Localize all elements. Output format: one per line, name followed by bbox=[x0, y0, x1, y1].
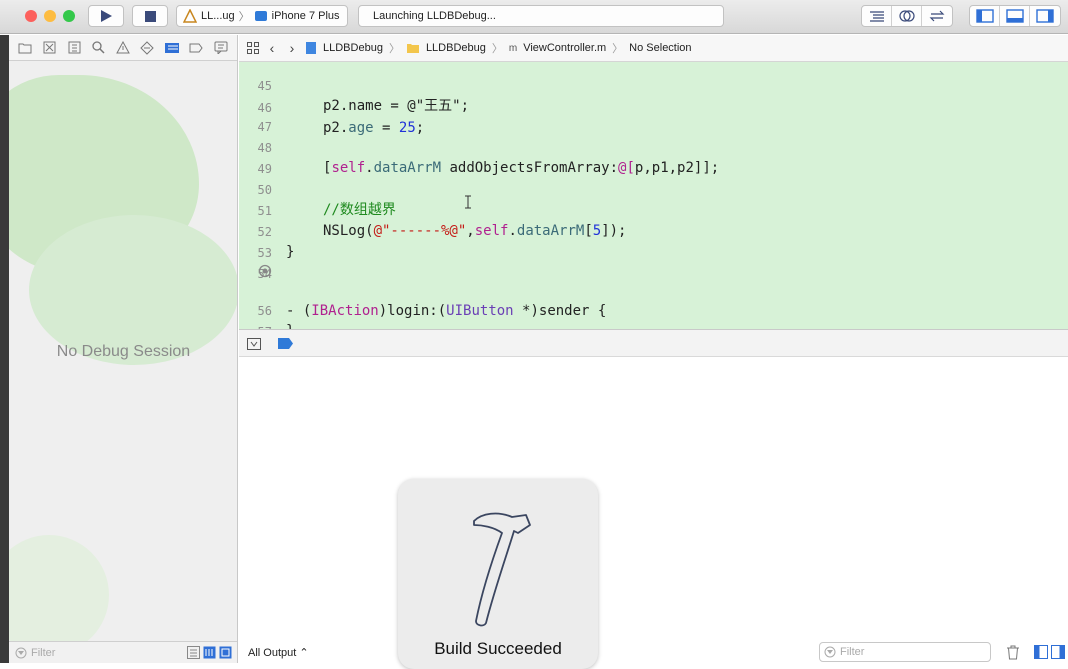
console-view-icon[interactable] bbox=[1051, 645, 1065, 659]
code-line: 47 bbox=[239, 97, 1068, 134]
console-bottom-bar: All Output ⌃ Filter bbox=[239, 641, 1068, 663]
filter-icon bbox=[824, 646, 836, 658]
code-line: 50 //数组越界 bbox=[239, 160, 1068, 218]
queue-view-icon[interactable] bbox=[219, 646, 232, 659]
hierarchy-icon[interactable] bbox=[67, 41, 81, 55]
variables-view-icon[interactable] bbox=[1034, 645, 1048, 659]
forward-arrow-icon[interactable]: › bbox=[285, 40, 299, 56]
minimize-window-button[interactable] bbox=[44, 10, 56, 22]
code-line: 48 [self.dataArrM addObjectsFromArray:@[… bbox=[239, 118, 1068, 176]
navigator-filter-field[interactable]: Filter bbox=[15, 647, 135, 659]
group-folder-icon bbox=[406, 44, 419, 53]
run-button[interactable] bbox=[88, 5, 124, 27]
close-window-button[interactable] bbox=[25, 10, 37, 22]
chevron-right-icon: 〉 bbox=[612, 43, 624, 55]
code-line: 56 } bbox=[239, 281, 1068, 329]
no-debug-session-label: No Debug Session bbox=[56, 343, 191, 360]
build-succeeded-hud: Build Succeeded bbox=[398, 479, 598, 669]
chevron-right-icon: 〉 bbox=[388, 43, 400, 55]
stop-button[interactable] bbox=[132, 5, 168, 27]
warning-icon[interactable] bbox=[116, 41, 130, 55]
play-icon bbox=[101, 10, 112, 22]
breakpoints-toggle-icon[interactable] bbox=[278, 338, 294, 349]
navigator-selector-bar bbox=[9, 35, 237, 61]
navigator-toggle-icon[interactable] bbox=[970, 6, 1000, 26]
back-arrow-icon[interactable]: ‹ bbox=[265, 40, 279, 56]
symbol-navigator-icon[interactable] bbox=[43, 41, 57, 55]
console-area[interactable] bbox=[239, 357, 1068, 663]
hammer-icon bbox=[473, 512, 531, 627]
text-cursor-icon bbox=[465, 195, 471, 209]
console-filter-field[interactable]: Filter bbox=[819, 642, 991, 662]
code-line: 53 bbox=[239, 223, 1068, 260]
code-line: 45 p2.name = @"王五"; bbox=[239, 62, 1068, 114]
code-line: 52 } bbox=[239, 202, 1068, 260]
breakpoint-navigator-icon[interactable] bbox=[189, 41, 203, 55]
code-line: - (IBAction)login:(UIButton *)sender { bbox=[239, 261, 1068, 319]
breadcrumb-group[interactable]: LLDBDebug bbox=[426, 42, 486, 54]
debug-area-toggle-icon[interactable] bbox=[1000, 6, 1030, 26]
panel-toggle-control[interactable] bbox=[969, 5, 1061, 27]
jump-bar: ‹ › LLDBDebug 〉 LLDBDebug 〉 m ViewContro… bbox=[239, 35, 1068, 62]
process-view-icon[interactable] bbox=[187, 646, 200, 659]
debug-bar bbox=[239, 329, 1068, 357]
code-line: 46 p2.age = 25; bbox=[239, 78, 1068, 136]
test-diamond-icon[interactable] bbox=[140, 40, 155, 55]
chevron-right-icon: 〉 bbox=[491, 43, 503, 55]
thread-view-icon[interactable] bbox=[203, 646, 216, 659]
search-icon[interactable] bbox=[92, 41, 106, 55]
output-selector[interactable]: All Output ⌃ bbox=[248, 646, 309, 659]
objc-file-icon: m bbox=[508, 42, 518, 54]
code-line: 51 NSLog(@"------%@",self.dataArrM[5]); bbox=[239, 181, 1068, 239]
breadcrumb-project[interactable]: LLDBDebug bbox=[323, 42, 383, 54]
code-line: 57 bbox=[239, 302, 1068, 329]
scheme-selector[interactable]: LL...ug 〉 iPhone 7 Plus bbox=[176, 5, 348, 27]
related-items-icon[interactable] bbox=[247, 42, 259, 54]
code-line: 49 bbox=[239, 139, 1068, 176]
navigator-filter-placeholder: Filter bbox=[31, 646, 56, 659]
breadcrumb-selection[interactable]: No Selection bbox=[629, 42, 691, 54]
project-icon bbox=[306, 42, 316, 54]
build-status-message: Build Succeeded bbox=[434, 639, 562, 658]
background-artifact bbox=[9, 535, 109, 655]
activity-status: Launching LLDBDebug... bbox=[373, 10, 496, 22]
line-number: 57 bbox=[239, 322, 272, 329]
report-navigator-icon[interactable] bbox=[214, 41, 228, 55]
breadcrumb-file[interactable]: ViewController.m bbox=[523, 42, 606, 54]
zoom-window-button[interactable] bbox=[63, 10, 75, 22]
utilities-toggle-icon[interactable] bbox=[1030, 6, 1060, 26]
hide-debug-area-icon[interactable] bbox=[247, 338, 261, 350]
device-name: iPhone 7 Plus bbox=[271, 10, 340, 22]
activity-viewer: Launching LLDBDebug... bbox=[358, 5, 724, 27]
ibaction-connection-icon[interactable] bbox=[258, 264, 272, 278]
version-editor-icon[interactable] bbox=[922, 6, 952, 26]
folder-icon[interactable] bbox=[18, 41, 32, 55]
debug-navigator-icon[interactable] bbox=[164, 41, 179, 55]
console-filter-placeholder: Filter bbox=[840, 646, 865, 658]
device-icon bbox=[254, 11, 267, 21]
chevron-right-icon: 〉 bbox=[238, 11, 250, 23]
standard-editor-icon[interactable] bbox=[862, 6, 892, 26]
filter-icon bbox=[15, 647, 27, 658]
trash-icon[interactable] bbox=[1006, 645, 1020, 660]
background-window-edge bbox=[0, 35, 9, 663]
window-toolbar: LL...ug 〉 iPhone 7 Plus Launching LLDBDe… bbox=[0, 0, 1068, 34]
stop-icon bbox=[144, 10, 156, 22]
app-target-icon bbox=[183, 9, 197, 23]
navigator-filter-bar: Filter bbox=[9, 641, 237, 663]
scheme-name: LL...ug bbox=[201, 10, 235, 22]
editor-mode-control[interactable] bbox=[861, 5, 953, 27]
source-editor[interactable]: 45 p2.name = @"王五"; 46 p2.age = 25; 47 4… bbox=[239, 62, 1068, 329]
code-text: } bbox=[286, 321, 294, 329]
assistant-editor-icon[interactable] bbox=[892, 6, 922, 26]
debug-navigator: No Debug Session Filter bbox=[9, 35, 238, 663]
